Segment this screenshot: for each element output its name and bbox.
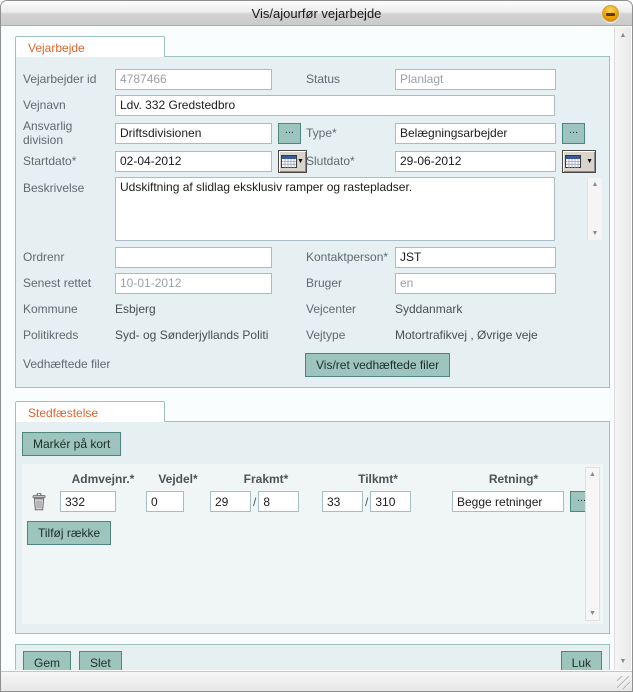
minimize-button[interactable] — [602, 5, 619, 22]
scroll-up-icon[interactable]: ▲ — [620, 32, 627, 39]
tilkmt-m-input[interactable] — [370, 491, 411, 512]
startdato-input[interactable] — [115, 151, 272, 172]
title-bar: Vis/ajourfør vejarbejde — [1, 1, 632, 26]
location-table: Admvejnr.* Vejdel* Frakmt* Tilkmt* Retni… — [26, 470, 581, 514]
type-input[interactable] — [395, 123, 556, 144]
admvejnr-input[interactable] — [60, 491, 116, 512]
resize-grip-icon[interactable] — [617, 676, 630, 689]
vejnavn-label: Vejnavn — [22, 98, 115, 112]
beskrivelse-label: Beskrivelse — [22, 175, 115, 195]
calendar-icon — [565, 155, 581, 168]
dialog-window: Vis/ajourfør vejarbejde Vejarbejde Vejar… — [0, 0, 633, 692]
footer-button-bar: Gem Slet Luk — [15, 644, 610, 670]
minimize-icon — [606, 13, 615, 16]
scroll-up-icon[interactable]: ▲ — [589, 471, 596, 478]
slet-button[interactable]: Slet — [79, 651, 122, 670]
scroll-up-icon[interactable]: ▲ — [592, 181, 599, 188]
header-retning: Retning* — [434, 470, 593, 486]
politikreds-label: Politikreds — [22, 328, 115, 342]
ordrenr-input[interactable] — [115, 247, 272, 268]
bruger-input[interactable] — [395, 273, 556, 294]
vedhaeftede-filer-label: Vedhæftede filer — [22, 357, 115, 371]
vejtype-label: Vejtype — [305, 328, 395, 342]
marker-paa-kort-button[interactable]: Markér på kort — [22, 432, 121, 456]
main-scrollbar[interactable]: ▲ ▼ — [614, 27, 631, 670]
kommune-value: Esbjerg — [115, 302, 156, 316]
dropdown-arrow-icon: ▼ — [586, 158, 593, 165]
vejcenter-label: Vejcenter — [305, 302, 395, 316]
header-admvejnr: Admvejnr.* — [60, 470, 146, 486]
header-vejdel: Vejdel* — [146, 470, 210, 486]
beskrivelse-textarea[interactable]: Udskiftning af slidlag eksklusiv ramper … — [115, 177, 555, 241]
dialog-content: Vejarbejde Vejarbejder id Status Vejnavn… — [2, 27, 614, 670]
scroll-down-icon[interactable]: ▼ — [589, 610, 596, 617]
type-browse-button[interactable]: ... — [562, 123, 585, 144]
retning-input[interactable] — [452, 491, 564, 512]
vejarbejder-id-input[interactable] — [115, 69, 272, 90]
slutdato-calendar-button[interactable]: ▼ — [562, 150, 596, 173]
calendar-icon — [281, 155, 297, 168]
tilkmt-separator: / — [365, 495, 368, 509]
delete-row-button[interactable] — [32, 493, 46, 511]
ordrenr-label: Ordrenr — [22, 250, 115, 264]
table-header-spacer — [26, 477, 60, 479]
beskrivelse-scrollbar[interactable]: ▲ ▼ — [587, 178, 602, 240]
tilkmt-km-input[interactable] — [322, 491, 363, 512]
tilfoej-raekke-button[interactable]: Tilføj række — [27, 521, 111, 545]
status-label: Status — [305, 72, 395, 86]
vejtype-value: Motortrafikvej , Øvrige veje — [395, 328, 538, 342]
kontaktperson-label: Kontaktperson* — [305, 250, 395, 264]
location-table-area: Admvejnr.* Vejdel* Frakmt* Tilkmt* Retni… — [22, 464, 603, 624]
vejarbejde-panel: Vejarbejder id Status Vejnavn Ansvarlig … — [15, 56, 610, 388]
frakmt-km-input[interactable] — [210, 491, 251, 512]
ansvarlig-division-label: Ansvarlig division — [22, 119, 115, 147]
status-input[interactable] — [395, 69, 556, 90]
kommune-label: Kommune — [22, 302, 115, 316]
location-scrollbar[interactable]: ▲ ▼ — [585, 467, 600, 621]
vejarbejder-id-label: Vejarbejder id — [22, 72, 115, 86]
senest-rettet-input[interactable] — [115, 273, 272, 294]
header-frakmt: Frakmt* — [210, 470, 322, 486]
type-label: Type* — [305, 126, 395, 140]
vejcenter-value: Syddanmark — [395, 302, 462, 316]
startdato-label: Startdato* — [22, 154, 115, 168]
trash-icon — [32, 493, 46, 511]
stedfaestelse-panel: Markér på kort Admvejnr.* Vejdel* Frakmt… — [15, 421, 610, 634]
window-title: Vis/ajourfør vejarbejde — [252, 6, 382, 21]
table-row — [26, 489, 60, 514]
gem-button[interactable]: Gem — [23, 651, 71, 670]
tab-vejarbejde[interactable]: Vejarbejde — [15, 36, 165, 57]
frakmt-m-input[interactable] — [258, 491, 299, 512]
vejarbejde-form: Vejarbejder id Status Vejnavn Ansvarlig … — [16, 57, 609, 387]
ansvarlig-division-input[interactable] — [115, 123, 272, 144]
ansvarlig-division-browse-button[interactable]: ... — [278, 123, 301, 144]
header-tilkmt: Tilkmt* — [322, 470, 434, 486]
vejnavn-input[interactable] — [115, 95, 555, 116]
politikreds-value: Syd- og Sønderjyllands Politi — [115, 328, 268, 342]
slutdato-input[interactable] — [395, 151, 556, 172]
tab-stedfaestelse[interactable]: Stedfæstelse — [15, 401, 165, 422]
kontaktperson-input[interactable] — [395, 247, 556, 268]
dropdown-arrow-icon: ▼ — [297, 158, 304, 165]
scroll-down-icon[interactable]: ▼ — [592, 230, 599, 237]
vis-ret-vedhaeftede-filer-button[interactable]: Vis/ret vedhæftede filer — [305, 353, 450, 377]
luk-button[interactable]: Luk — [561, 651, 602, 670]
vejdel-input[interactable] — [146, 491, 184, 512]
scroll-down-icon[interactable]: ▼ — [620, 658, 627, 665]
status-bar — [1, 671, 632, 691]
slutdato-label: Slutdato* — [305, 154, 395, 168]
frakmt-separator: / — [253, 495, 256, 509]
senest-rettet-label: Senest rettet — [22, 276, 115, 290]
bruger-label: Bruger — [305, 276, 395, 290]
startdato-calendar-button[interactable]: ▼ — [278, 150, 307, 173]
